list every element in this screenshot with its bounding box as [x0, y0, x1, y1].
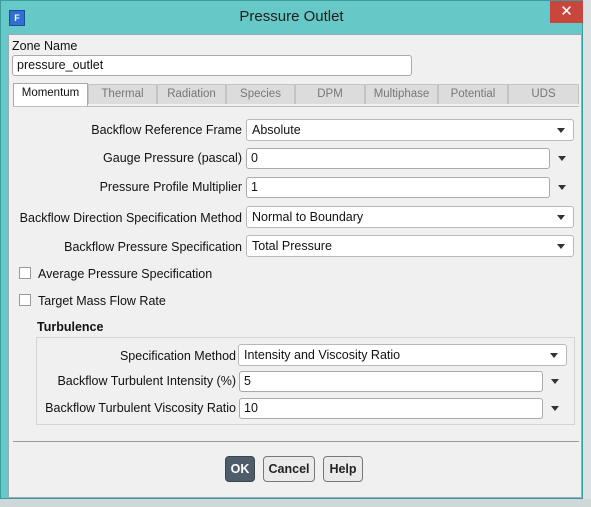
- specification-method-label: Specification Method: [119, 349, 236, 363]
- turbulent-viscosity-options-icon[interactable]: [551, 406, 559, 411]
- tab-thermal[interactable]: Thermal: [88, 84, 157, 104]
- turbulent-viscosity-ratio-label: Backflow Turbulent Viscosity Ratio: [45, 401, 236, 415]
- turbulence-title: Turbulence: [37, 320, 104, 334]
- backflow-direction-method-select[interactable]: Normal to Boundary: [246, 206, 574, 228]
- zone-name-label: Zone Name: [12, 39, 78, 53]
- close-icon: ✕: [560, 3, 573, 20]
- cancel-button[interactable]: Cancel: [263, 456, 315, 482]
- pressure-profile-options-icon[interactable]: [558, 185, 566, 190]
- tab-multiphase[interactable]: Multiphase: [365, 84, 438, 104]
- gauge-pressure-options-icon[interactable]: [558, 156, 566, 161]
- chevron-down-icon: [550, 353, 558, 358]
- backflow-reference-frame-label: Backflow Reference Frame: [91, 123, 242, 137]
- ok-button[interactable]: OK: [225, 456, 255, 482]
- specification-method-value: Intensity and Viscosity Ratio: [244, 348, 401, 362]
- target-mass-flow-checkbox[interactable]: [19, 294, 31, 306]
- tab-momentum[interactable]: Momentum: [13, 83, 88, 106]
- background-window-edge: [583, 0, 591, 507]
- turbulent-viscosity-ratio-field[interactable]: 10: [239, 398, 543, 419]
- backflow-direction-method-value: Normal to Boundary: [252, 210, 364, 224]
- button-separator: [13, 441, 579, 442]
- backflow-pressure-spec-select[interactable]: Total Pressure: [246, 235, 574, 257]
- tab-dpm[interactable]: DPM: [295, 84, 365, 104]
- dialog-window: F Pressure Outlet ✕ Zone Name pressure_o…: [0, 0, 583, 499]
- zone-name-field[interactable]: pressure_outlet: [12, 55, 412, 76]
- window-title: Pressure Outlet: [239, 8, 344, 25]
- background-window-bottom: [0, 499, 591, 507]
- chevron-down-icon: [557, 128, 565, 133]
- tab-radiation[interactable]: Radiation: [157, 84, 226, 104]
- help-button[interactable]: Help: [323, 456, 363, 482]
- pressure-profile-multiplier-field[interactable]: 1: [246, 177, 550, 198]
- turbulent-intensity-options-icon[interactable]: [551, 379, 559, 384]
- gauge-pressure-field[interactable]: 0: [246, 148, 550, 169]
- backflow-direction-method-label: Backflow Direction Specification Method: [19, 211, 242, 225]
- chevron-down-icon: [557, 215, 565, 220]
- average-pressure-checkbox[interactable]: [19, 267, 31, 279]
- backflow-reference-frame-select[interactable]: Absolute: [246, 119, 574, 141]
- gauge-pressure-label: Gauge Pressure (pascal): [103, 151, 242, 165]
- backflow-pressure-spec-value: Total Pressure: [252, 239, 332, 253]
- tab-species[interactable]: Species: [226, 84, 295, 104]
- chevron-down-icon: [557, 244, 565, 249]
- dialog-body: Zone Name pressure_outlet Momentum Therm…: [8, 34, 582, 498]
- backflow-pressure-spec-label: Backflow Pressure Specification: [64, 240, 242, 254]
- turbulent-intensity-label: Backflow Turbulent Intensity (%): [57, 374, 236, 388]
- turbulent-intensity-field[interactable]: 5: [239, 371, 543, 392]
- tab-potential[interactable]: Potential: [438, 84, 508, 104]
- pressure-profile-multiplier-label: Pressure Profile Multiplier: [99, 180, 242, 194]
- average-pressure-label: Average Pressure Specification: [38, 267, 213, 281]
- tab-uds[interactable]: UDS: [508, 84, 579, 104]
- specification-method-select[interactable]: Intensity and Viscosity Ratio: [238, 344, 567, 366]
- target-mass-flow-label: Target Mass Flow Rate: [38, 294, 166, 308]
- close-button[interactable]: ✕: [550, 1, 583, 23]
- title-bar[interactable]: F Pressure Outlet ✕: [1, 1, 583, 34]
- backflow-reference-frame-value: Absolute: [252, 123, 301, 137]
- tab-underline: [13, 106, 579, 107]
